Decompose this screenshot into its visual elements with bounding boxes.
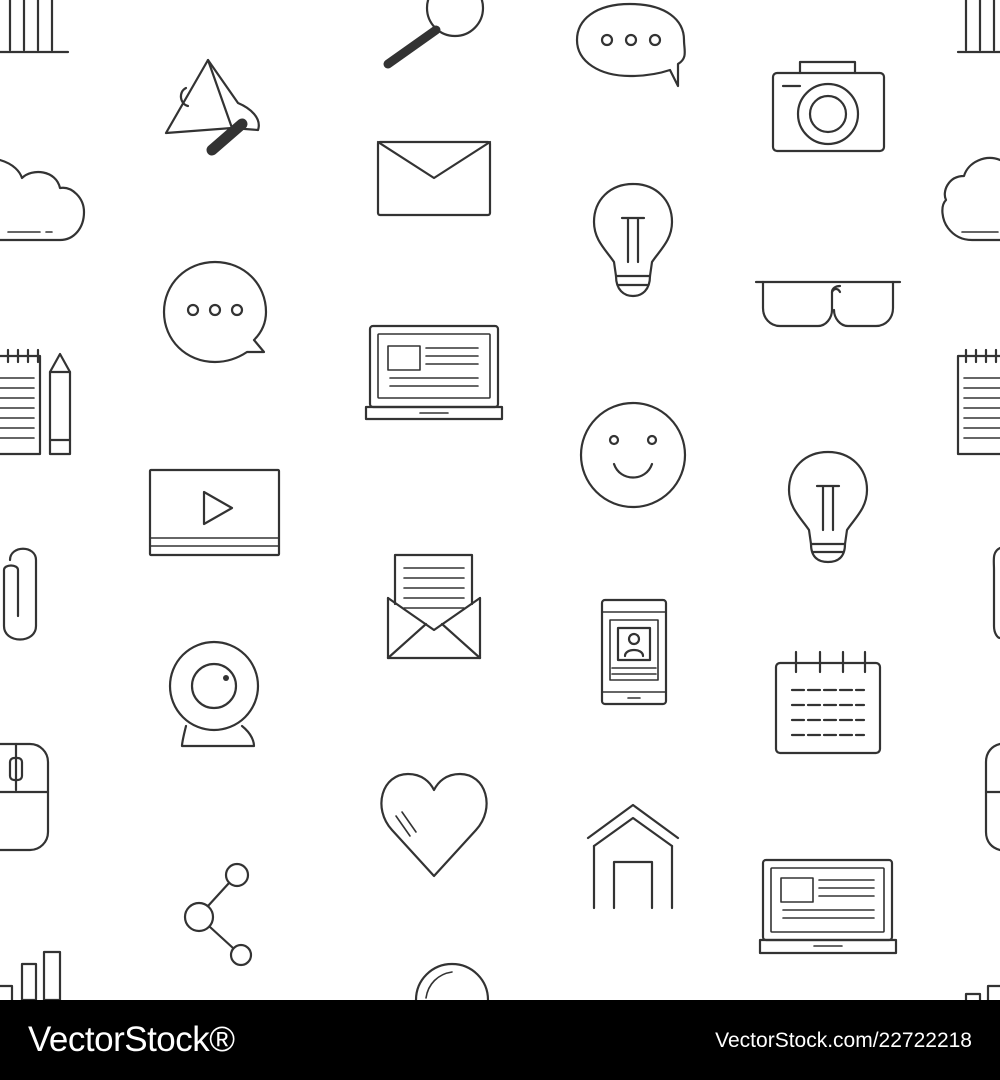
computer-mouse-icon bbox=[0, 742, 50, 852]
smiley-icon bbox=[579, 401, 687, 509]
calendar-icon bbox=[774, 650, 882, 755]
watermark-bar: VectorStock® VectorStock.com/22722218 bbox=[0, 1000, 1000, 1080]
icon-pattern-canvas bbox=[0, 0, 1000, 1000]
camera-icon bbox=[771, 60, 886, 153]
cloud-icon bbox=[0, 158, 86, 242]
bar-chart-icon bbox=[956, 0, 1000, 54]
video-player-icon bbox=[148, 468, 281, 557]
laptop-icon bbox=[758, 858, 898, 955]
share-icon bbox=[183, 862, 253, 967]
smartphone-profile-icon bbox=[600, 598, 668, 706]
magnifier-icon bbox=[414, 962, 490, 1000]
webcam-icon bbox=[168, 640, 260, 748]
magnifier-icon bbox=[383, 0, 485, 69]
speech-bubble-icon bbox=[575, 2, 686, 88]
lightbulb-icon bbox=[592, 182, 674, 298]
envelope-icon bbox=[376, 140, 492, 217]
cloud-icon bbox=[941, 156, 1000, 242]
bar-chart-icon bbox=[0, 0, 70, 54]
computer-mouse-icon bbox=[984, 742, 1000, 852]
laptop-icon bbox=[364, 324, 504, 421]
glasses-icon bbox=[754, 280, 902, 328]
bar-chart-icon bbox=[964, 984, 1000, 1000]
megaphone-icon bbox=[164, 58, 260, 156]
home-icon bbox=[586, 803, 680, 910]
open-envelope-icon bbox=[386, 553, 482, 660]
image-id-text: VectorStock.com/22722218 bbox=[715, 1029, 972, 1052]
paperclip-icon bbox=[2, 547, 38, 641]
lightbulb-icon bbox=[787, 450, 869, 564]
notepad-pencil-icon bbox=[0, 348, 72, 456]
paperclip-icon bbox=[992, 546, 1000, 640]
icon-pattern-background bbox=[0, 0, 1000, 1000]
heart-icon bbox=[380, 772, 488, 878]
bar-chart-icon bbox=[0, 950, 62, 1000]
vectorstock-logo: VectorStock® bbox=[28, 1020, 235, 1059]
notepad-pencil-icon bbox=[956, 348, 1000, 456]
speech-bubble-icon bbox=[162, 260, 268, 364]
